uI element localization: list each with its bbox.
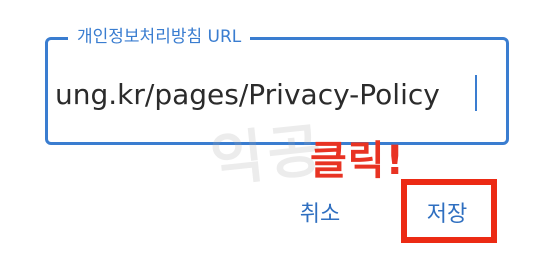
privacy-url-value: ung.kr/pages/Privacy-Policy xyxy=(55,78,440,111)
privacy-url-label: 개인정보처리방침 URL xyxy=(68,27,251,47)
click-annotation: 클릭! xyxy=(310,138,405,184)
cancel-button[interactable]: 취소 xyxy=(290,196,350,228)
text-caret xyxy=(475,75,477,111)
save-button[interactable]: 저장 xyxy=(415,196,479,228)
